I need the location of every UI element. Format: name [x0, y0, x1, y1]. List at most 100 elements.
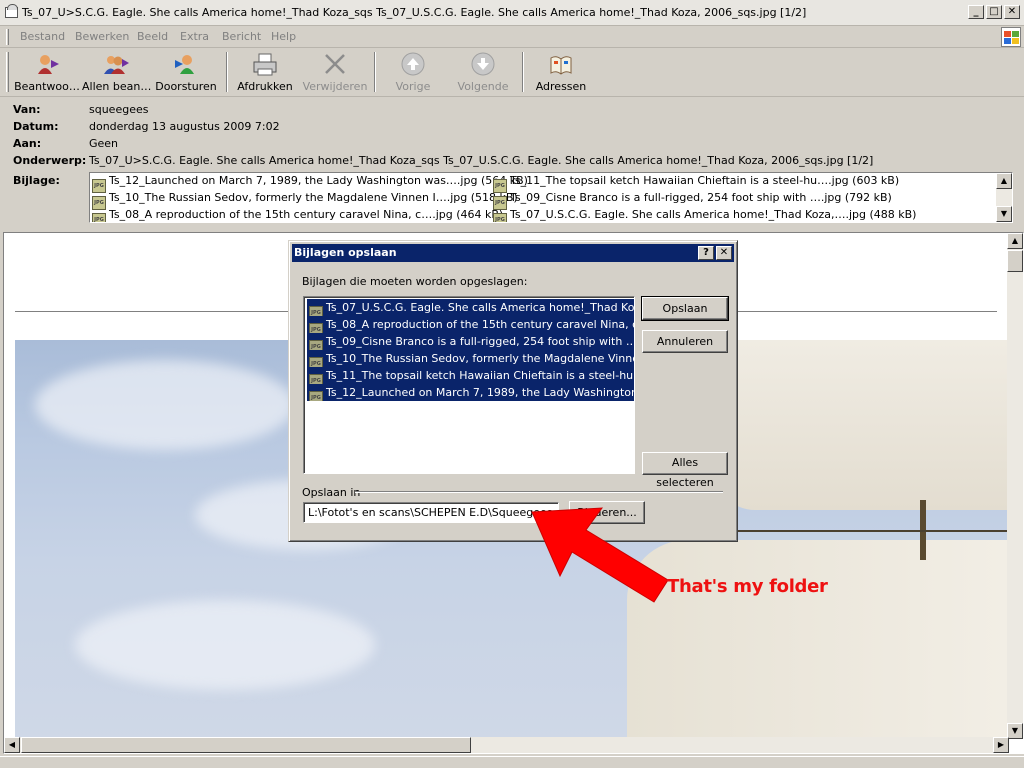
- toolbar: Beantwoo… Allen bean… Doorsturen Afdrukk…: [0, 48, 1024, 97]
- reply-label: Beantwoo…: [14, 80, 80, 93]
- save-path-field[interactable]: L:\Fotot's en scans\SCHEPEN E.D\Squeegee…: [303, 502, 559, 523]
- list-item[interactable]: JPG Ts_12_Launched on March 7, 1989, the …: [307, 384, 634, 401]
- jpg-file-icon: JPG: [309, 357, 323, 367]
- toolbar-separator: [522, 52, 524, 92]
- previous-label: Vorige: [395, 80, 431, 93]
- attachment-item[interactable]: JPG Ts_07_U.S.C.G. Eagle. She calls Ameri…: [493, 207, 916, 222]
- jpg-file-icon: JPG: [309, 391, 323, 401]
- dialog-close-button[interactable]: ✕: [716, 246, 732, 260]
- reply-all-icon: [102, 52, 130, 78]
- attachment-item[interactable]: JPG Ts_09_Cisne Branco is a full-rigged, …: [493, 190, 892, 210]
- delete-label: Verwijderen: [302, 80, 368, 93]
- to-label: Aan:: [13, 137, 42, 150]
- select-all-button[interactable]: Alles selecteren: [642, 452, 728, 489]
- delete-x-icon: [321, 52, 349, 78]
- reply-icon: [33, 52, 61, 78]
- reply-button[interactable]: Beantwoo…: [14, 52, 80, 94]
- save-in-label: Opslaan in: [302, 486, 361, 499]
- forward-icon: [172, 52, 200, 78]
- window-title: Ts_07_U>S.C.G. Eagle. She calls America …: [22, 6, 807, 19]
- print-button[interactable]: Afdrukken: [236, 52, 294, 94]
- attachment-list[interactable]: JPG Ts_12_Launched on March 7, 1989, the …: [89, 172, 1013, 223]
- save-button[interactable]: Opslaan: [641, 296, 729, 321]
- toolbar-separator: [226, 52, 228, 92]
- print-label: Afdrukken: [237, 80, 293, 93]
- scroll-down-icon[interactable]: ▼: [996, 206, 1012, 222]
- scroll-up-icon[interactable]: ▲: [996, 173, 1012, 189]
- forward-label: Doorsturen: [155, 80, 217, 93]
- body-vertical-scrollbar[interactable]: ▲ ▼: [1007, 233, 1023, 739]
- menu-grip[interactable]: [6, 29, 9, 45]
- menu-help[interactable]: Help: [271, 30, 296, 43]
- toolbar-separator: [374, 52, 376, 92]
- to-value: Geen: [89, 137, 119, 150]
- jpg-file-icon: JPG: [309, 306, 323, 316]
- attachment-item[interactable]: JPG Ts_11_The topsail ketch Hawaiian Chie…: [493, 173, 899, 193]
- minimize-button[interactable]: _: [968, 5, 984, 19]
- group-divider: [355, 491, 723, 493]
- status-bar: [0, 756, 1024, 768]
- scroll-right-icon[interactable]: ▶: [993, 737, 1009, 753]
- scroll-thumb[interactable]: [21, 737, 471, 753]
- attachment-item[interactable]: JPG Ts_12_Launched on March 7, 1989, the …: [92, 173, 528, 193]
- menu-bestand[interactable]: Bestand: [20, 30, 65, 43]
- dialog-title-bar: Bijlagen opslaan ? ✕: [292, 244, 734, 262]
- scroll-up-icon[interactable]: ▲: [1007, 233, 1023, 249]
- subject-value: Ts_07_U>S.C.G. Eagle. She calls America …: [89, 154, 874, 167]
- list-item[interactable]: JPG Ts_10_The Russian Sedov, formerly the…: [307, 350, 634, 367]
- toolbar-grip[interactable]: [6, 52, 9, 92]
- address-book-icon: [547, 52, 575, 78]
- printer-icon: [251, 52, 279, 78]
- reply-all-button[interactable]: Allen bean…: [82, 52, 152, 94]
- arrow-down-icon: [469, 52, 497, 78]
- attachment-item[interactable]: JPG Ts_08_A reproduction of the 15th cent…: [92, 207, 503, 222]
- cancel-button[interactable]: Annuleren: [642, 330, 728, 353]
- menu-bericht[interactable]: Bericht: [222, 30, 261, 43]
- jpg-file-icon: JPG: [309, 340, 323, 350]
- previous-button[interactable]: Vorige: [384, 52, 442, 94]
- close-button[interactable]: ✕: [1004, 5, 1020, 19]
- next-label: Volgende: [457, 80, 509, 93]
- addresses-label: Adressen: [535, 80, 587, 93]
- list-item[interactable]: JPG Ts_11_The topsail ketch Hawaiian Chie…: [307, 367, 634, 384]
- jpg-file-icon: JPG: [493, 213, 507, 222]
- jpg-file-icon: JPG: [309, 374, 323, 384]
- window-controls: _ □ ✕: [968, 5, 1020, 19]
- jpg-file-icon: JPG: [92, 213, 106, 222]
- scroll-down-icon[interactable]: ▼: [1007, 723, 1023, 739]
- attachment-label: Bijlage:: [13, 174, 60, 187]
- body-horizontal-scrollbar[interactable]: ◀ ▶: [4, 737, 1009, 753]
- scroll-left-icon[interactable]: ◀: [4, 737, 20, 753]
- menu-extra[interactable]: Extra: [180, 30, 209, 43]
- list-item[interactable]: JPG Ts_07_U.S.C.G. Eagle. She calls Ameri…: [307, 299, 634, 316]
- list-label: Bijlagen die moeten worden opgeslagen:: [302, 275, 528, 288]
- addresses-button[interactable]: Adressen: [532, 52, 590, 94]
- scroll-thumb[interactable]: [1007, 250, 1023, 272]
- envelope-icon: [5, 4, 18, 18]
- reply-all-label: Allen bean…: [82, 80, 152, 93]
- next-button[interactable]: Volgende: [454, 52, 512, 94]
- maximize-button[interactable]: □: [986, 5, 1002, 19]
- windows-logo-icon: [1001, 27, 1021, 47]
- list-item[interactable]: JPG Ts_09_Cisne Branco is a full-rigged, …: [307, 333, 634, 350]
- save-attachments-dialog: Bijlagen opslaan ? ✕ Bijlagen die moeten…: [288, 240, 738, 542]
- attachment-scrollbar[interactable]: ▲ ▼: [996, 173, 1012, 222]
- title-bar: Ts_07_U>S.C.G. Eagle. She calls America …: [0, 0, 1024, 26]
- menu-bar: Bestand Bewerken Beeld Extra Bericht Hel…: [0, 26, 1024, 48]
- date-label: Datum:: [13, 120, 59, 133]
- forward-button[interactable]: Doorsturen: [154, 52, 218, 94]
- help-button[interactable]: ?: [698, 246, 714, 260]
- attachments-listbox[interactable]: JPG Ts_07_U.S.C.G. Eagle. She calls Ameri…: [303, 296, 635, 474]
- from-value: squeegees: [89, 103, 149, 116]
- annotation-arrow-icon: [531, 507, 669, 603]
- subject-label: Onderwerp:: [13, 154, 87, 167]
- jpg-file-icon: JPG: [309, 323, 323, 333]
- menu-beeld[interactable]: Beeld: [137, 30, 168, 43]
- list-item[interactable]: JPG Ts_08_A reproduction of the 15th cent…: [307, 316, 634, 333]
- from-label: Van:: [13, 103, 41, 116]
- delete-button[interactable]: Verwijderen: [302, 52, 368, 94]
- attachment-item[interactable]: JPG Ts_10_The Russian Sedov, formerly the…: [92, 190, 518, 210]
- menu-bewerken[interactable]: Bewerken: [75, 30, 129, 43]
- annotation-text: That's my folder: [667, 576, 828, 597]
- arrow-up-icon: [399, 52, 427, 78]
